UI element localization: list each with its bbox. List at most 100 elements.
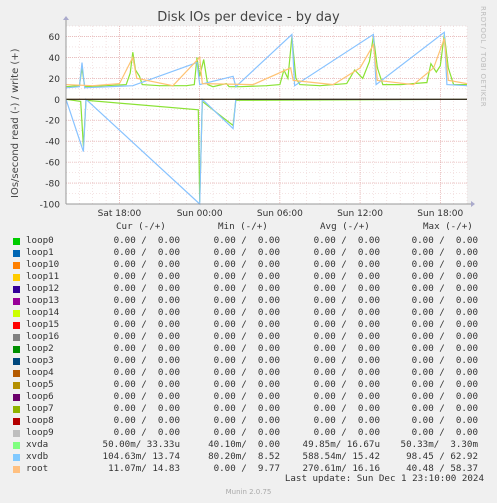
legend-row-loop7: loop7 0.00 / 0.00 0.00 / 0.00 0.00 / 0.00 0.…	[0, 403, 497, 415]
x-tick-label: Sat 18:00	[98, 209, 142, 219]
legend-min-value: 0.00 / 0.00	[213, 319, 280, 330]
legend-row-xvdb: xvdb 104.63m/ 13.74 80.20m/ 8.52 588.54m/ 1…	[0, 451, 497, 463]
legend-min-value: 0.00 / 0.00	[213, 247, 280, 258]
legend-cur-value: 50.00m/ 33.33u	[102, 439, 180, 450]
legend-row-loop16: loop16 0.00 / 0.00 0.00 / 0.00 0.00 / 0.00 0…	[0, 331, 497, 343]
legend-name: loop2	[26, 343, 54, 354]
legend-header-min: Min (-/+)	[218, 221, 268, 232]
legend-avg-value: 0.00 / 0.00	[313, 235, 380, 246]
legend-row-loop14: loop14 0.00 / 0.00 0.00 / 0.00 0.00 / 0.00 0…	[0, 307, 497, 319]
legend-min-value: 0.00 / 9.77	[213, 463, 280, 474]
legend-swatch	[13, 358, 20, 365]
legend-avg-value: 0.00 / 0.00	[313, 367, 380, 378]
legend-swatch	[13, 430, 20, 437]
legend-row-loop4: loop4 0.00 / 0.00 0.00 / 0.00 0.00 / 0.00 0.…	[0, 367, 497, 379]
legend-swatch	[13, 238, 20, 245]
legend-avg-value: 0.00 / 0.00	[313, 379, 380, 390]
legend-min-value: 0.00 / 0.00	[213, 259, 280, 270]
legend-name: loop14	[26, 307, 60, 318]
legend-min-value: 0.00 / 0.00	[213, 331, 280, 342]
legend-swatch	[13, 418, 20, 425]
legend-max-value: 0.00 / 0.00	[411, 247, 478, 258]
legend-row-loop12: loop12 0.00 / 0.00 0.00 / 0.00 0.00 / 0.00 0…	[0, 283, 497, 295]
y-tick-label: 40	[49, 54, 61, 64]
legend-cur-value: 0.00 / 0.00	[113, 379, 180, 390]
legend-swatch	[13, 250, 20, 257]
legend-header-cur: Cur (-/+)	[116, 221, 166, 232]
legend-avg-value: 0.00 / 0.00	[313, 415, 380, 426]
legend-max-value: 0.00 / 0.00	[411, 403, 478, 414]
legend-swatch	[13, 442, 20, 449]
legend-name: loop0	[26, 235, 54, 246]
legend-name: loop6	[26, 391, 54, 402]
legend-swatch	[13, 394, 20, 401]
legend-cur-value: 0.00 / 0.00	[113, 331, 180, 342]
legend-max-value: 0.00 / 0.00	[411, 343, 478, 354]
legend-avg-value: 0.00 / 0.00	[313, 271, 380, 282]
plot-area: -100 -80 -60 -40 -20 0 20 40 60 Sat 18:00 Sun 00:0…	[40, 16, 475, 219]
y-tick-label: -100	[40, 201, 61, 211]
legend-name: xvdb	[26, 451, 49, 462]
legend-cur-value: 0.00 / 0.00	[113, 271, 180, 282]
legend-avg-value: 0.00 / 0.00	[313, 307, 380, 318]
legend-name: loop4	[26, 367, 54, 378]
legend-avg-value: 0.00 / 0.00	[313, 391, 380, 402]
legend-swatch	[13, 334, 20, 341]
legend-swatch	[13, 310, 20, 317]
legend-swatch	[13, 370, 20, 377]
legend-min-value: 0.00 / 0.00	[213, 307, 280, 318]
legend-swatch	[13, 286, 20, 293]
legend-swatch	[13, 274, 20, 281]
legend-avg-value: 0.00 / 0.00	[313, 283, 380, 294]
legend-avg-value: 0.00 / 0.00	[313, 295, 380, 306]
legend-min-value: 0.00 / 0.00	[213, 367, 280, 378]
legend-avg-value: 0.00 / 0.00	[313, 403, 380, 414]
legend-name: loop8	[26, 415, 54, 426]
x-axis-arrow	[471, 201, 475, 207]
legend-cur-value: 0.00 / 0.00	[113, 391, 180, 402]
legend-min-value: 80.20m/ 8.52	[208, 451, 280, 462]
x-tick-label: Sun 12:00	[337, 209, 383, 219]
legend-name: loop13	[26, 295, 60, 306]
legend-min-value: 0.00 / 0.00	[213, 415, 280, 426]
legend-cur-value: 0.00 / 0.00	[113, 247, 180, 258]
legend-min-value: 0.00 / 0.00	[213, 391, 280, 402]
y-tick-label: -20	[45, 117, 60, 127]
legend-row-loop11: loop11 0.00 / 0.00 0.00 / 0.00 0.00 / 0.00 0…	[0, 271, 497, 283]
legend-name: loop11	[26, 271, 60, 282]
y-tick-label: -40	[45, 138, 60, 148]
legend-row-loop8: loop8 0.00 / 0.00 0.00 / 0.00 0.00 / 0.00 0.…	[0, 415, 497, 427]
legend-cur-value: 0.00 / 0.00	[113, 427, 180, 438]
legend-max-value: 0.00 / 0.00	[411, 235, 478, 246]
legend-swatch	[13, 322, 20, 329]
legend-row-loop2: loop2 0.00 / 0.00 0.00 / 0.00 0.00 / 0.00 0.…	[0, 343, 497, 355]
legend-min-value: 0.00 / 0.00	[213, 343, 280, 354]
legend-row-loop5: loop5 0.00 / 0.00 0.00 / 0.00 0.00 / 0.00 0.…	[0, 379, 497, 391]
x-tick-label: Sun 18:00	[417, 209, 463, 219]
legend-min-value: 0.00 / 0.00	[213, 271, 280, 282]
legend-swatch	[13, 382, 20, 389]
y-tick-label: -60	[45, 159, 60, 169]
legend-max-value: 0.00 / 0.00	[411, 283, 478, 294]
legend-row-loop3: loop3 0.00 / 0.00 0.00 / 0.00 0.00 / 0.00 0.…	[0, 355, 497, 367]
legend-min-value: 0.00 / 0.00	[213, 295, 280, 306]
legend-cur-value: 0.00 / 0.00	[113, 307, 180, 318]
legend-cur-value: 0.00 / 0.00	[113, 283, 180, 294]
legend-table: Cur (-/+) Min (-/+) Avg (-/+) Max (-/+) …	[0, 221, 497, 475]
legend-row-loop15: loop15 0.00 / 0.00 0.00 / 0.00 0.00 / 0.00 0…	[0, 319, 497, 331]
legend-cur-value: 0.00 / 0.00	[113, 259, 180, 270]
legend-max-value: 50.33m/ 3.30m	[400, 439, 478, 450]
legend-min-value: 0.00 / 0.00	[213, 427, 280, 438]
legend-row-loop6: loop6 0.00 / 0.00 0.00 / 0.00 0.00 / 0.00 0.…	[0, 391, 497, 403]
legend-name: loop9	[26, 427, 54, 438]
legend-row-loop9: loop9 0.00 / 0.00 0.00 / 0.00 0.00 / 0.00 0.…	[0, 427, 497, 439]
legend-max-value: 0.00 / 0.00	[411, 367, 478, 378]
legend-cur-value: 0.00 / 0.00	[113, 295, 180, 306]
y-tick-label: 0	[54, 96, 60, 106]
legend-swatch	[13, 466, 20, 473]
legend-row-loop13: loop13 0.00 / 0.00 0.00 / 0.00 0.00 / 0.00 0…	[0, 295, 497, 307]
legend-min-value: 0.00 / 0.00	[213, 403, 280, 414]
legend-cur-value: 0.00 / 0.00	[113, 415, 180, 426]
legend-swatch	[13, 298, 20, 305]
legend-avg-value: 0.00 / 0.00	[313, 427, 380, 438]
